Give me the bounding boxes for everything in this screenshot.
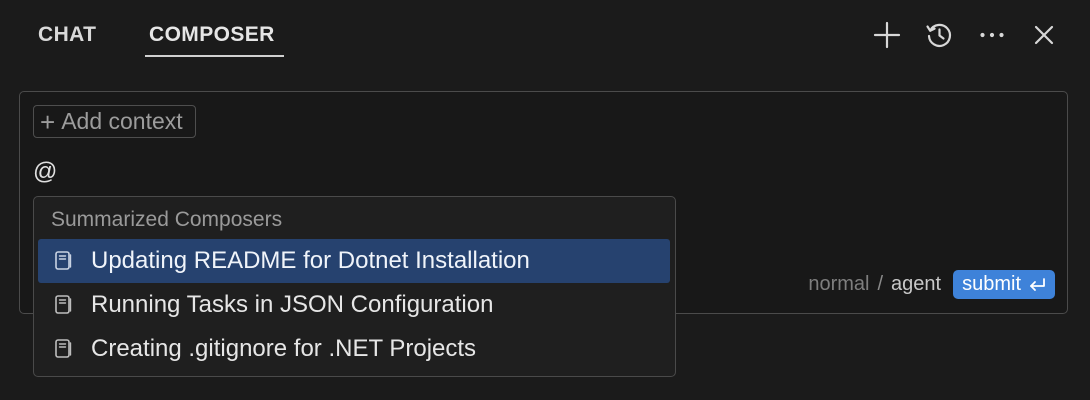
enter-icon xyxy=(1030,277,1045,291)
dropdown-item[interactable]: Running Tasks in JSON Configuration xyxy=(38,283,670,327)
document-icon xyxy=(51,338,75,360)
mode-separator: / xyxy=(877,273,884,295)
add-context-button[interactable]: + Add context xyxy=(33,105,196,138)
more-icon xyxy=(980,32,1004,38)
dropdown-item-label: Creating .gitignore for .NET Projects xyxy=(91,335,477,362)
tab-chat[interactable]: CHAT xyxy=(38,22,96,48)
new-composer-button[interactable] xyxy=(870,18,904,52)
plus-icon xyxy=(873,21,901,49)
document-icon xyxy=(51,294,75,316)
add-context-label: Add context xyxy=(61,108,183,134)
dropdown-item[interactable]: Updating README for Dotnet Installation xyxy=(38,239,670,283)
close-icon xyxy=(1034,25,1054,45)
plus-icon: + xyxy=(40,106,56,137)
panel-header: CHAT COMPOSER xyxy=(0,0,1090,70)
history-button[interactable] xyxy=(922,18,956,52)
mention-dropdown: Summarized Composers Updating README for… xyxy=(33,196,676,377)
submit-label: submit xyxy=(962,273,1021,295)
mode-normal-option[interactable]: normal xyxy=(808,273,869,296)
dropdown-item-label: Updating README for Dotnet Installation xyxy=(91,247,530,274)
document-icon xyxy=(51,250,75,272)
dropdown-item[interactable]: Creating .gitignore for .NET Projects xyxy=(38,327,670,371)
submit-button[interactable]: submit xyxy=(953,270,1055,299)
more-button[interactable] xyxy=(975,18,1009,52)
composer-input-text[interactable]: @ xyxy=(33,158,57,186)
history-icon xyxy=(926,23,952,47)
mode-agent-option[interactable]: agent xyxy=(891,273,941,296)
close-button[interactable] xyxy=(1027,18,1061,52)
mode-selector: normal / agent submit xyxy=(808,270,1055,299)
dropdown-section-title: Summarized Composers xyxy=(51,208,283,231)
dropdown-item-label: Running Tasks in JSON Configuration xyxy=(91,291,494,318)
active-tab-indicator xyxy=(145,55,284,57)
tab-composer[interactable]: COMPOSER xyxy=(149,22,275,48)
